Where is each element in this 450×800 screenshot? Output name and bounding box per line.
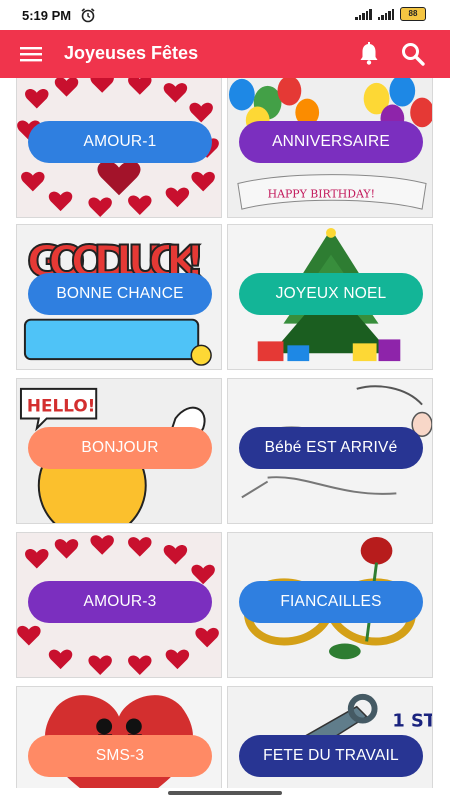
first-may-text: 1 ST <box>392 710 432 731</box>
category-card-sms-3[interactable]: SMS-3 <box>16 686 222 788</box>
app-title: Joyeuses Fêtes <box>64 43 199 63</box>
category-grid: AMOUR-1 HAPPY BIRTHDAY! ANNIVERSAIRE GOO… <box>0 78 450 788</box>
category-card-bonjour[interactable]: HELLO! BONJOUR <box>16 378 222 524</box>
category-card-amour-3[interactable]: AMOUR-3 <box>16 532 222 678</box>
category-label: JOYEUX NOEL <box>239 273 423 315</box>
hello-bubble-text: HELLO! <box>27 396 95 416</box>
signal-icon <box>377 8 394 20</box>
category-card-joyeux-noel[interactable]: JOYEUX NOEL <box>227 224 433 370</box>
status-left-icons <box>80 7 96 23</box>
status-right: 88 <box>355 7 426 21</box>
search-button[interactable] <box>398 39 428 69</box>
category-label: AMOUR-3 <box>28 581 212 623</box>
app-bar: Joyeuses Fêtes <box>0 30 450 78</box>
birthday-banner-text: HAPPY BIRTHDAY! <box>268 187 375 200</box>
category-card-bonne-chance[interactable]: GOOD LUCK! BONNE CHANCE <box>16 224 222 370</box>
notifications-button[interactable] <box>354 39 384 69</box>
category-card-bebe-est-arrive[interactable]: Bébé EST ARRIVé <box>227 378 433 524</box>
alarm-icon <box>81 8 95 23</box>
category-card-fete-du-travail[interactable]: 1 ST FETE DU TRAVAIL <box>227 686 433 788</box>
category-label: BONJOUR <box>28 427 212 469</box>
wifi-icon <box>355 8 372 20</box>
category-label: ANNIVERSAIRE <box>239 121 423 163</box>
category-label: FETE DU TRAVAIL <box>239 735 423 777</box>
category-label: AMOUR-1 <box>28 121 212 163</box>
menu-icon <box>20 47 42 62</box>
status-time: 5:19 PM <box>22 8 72 23</box>
battery-icon: 88 <box>400 7 426 21</box>
category-label: BONNE CHANCE <box>28 273 212 315</box>
category-label: FIANCAILLES <box>239 581 423 623</box>
category-label: Bébé EST ARRIVé <box>239 427 423 469</box>
category-card-anniversaire[interactable]: HAPPY BIRTHDAY! ANNIVERSAIRE <box>227 78 433 218</box>
gesture-navigation-handle[interactable] <box>168 791 282 795</box>
status-bar: 5:19 PM 88 <box>0 0 450 30</box>
category-card-amour-1[interactable]: AMOUR-1 <box>16 78 222 218</box>
category-label: SMS-3 <box>28 735 212 777</box>
bell-icon <box>360 42 378 65</box>
menu-button[interactable] <box>18 42 46 66</box>
search-icon <box>402 43 425 66</box>
category-card-fiancailles[interactable]: FIANCAILLES <box>227 532 433 678</box>
